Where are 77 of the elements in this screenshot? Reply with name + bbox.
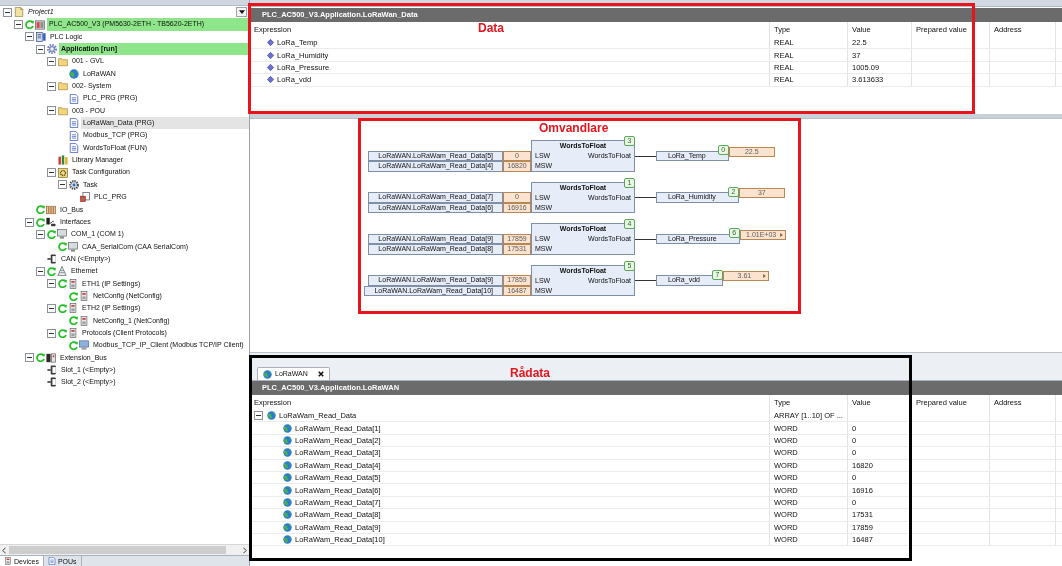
collapse-toggle[interactable] (36, 229, 45, 239)
globe-icon (267, 411, 276, 421)
collapse-toggle[interactable] (47, 106, 56, 116)
annotation-label: Omvandlare (539, 121, 609, 135)
dropdown-button[interactable] (236, 7, 247, 18)
close-icon[interactable] (317, 371, 324, 377)
collapse-toggle[interactable] (47, 57, 56, 67)
monitor-icon (68, 241, 78, 252)
globe-icon (283, 473, 292, 483)
document-icon (69, 142, 79, 153)
collapse-toggle[interactable] (47, 328, 56, 338)
plug-icon (46, 217, 56, 227)
caret-icon[interactable] (762, 274, 766, 278)
module-icon (68, 303, 78, 314)
folder-icon (58, 81, 68, 92)
collapse-toggle[interactable] (47, 168, 56, 178)
collapse-toggle[interactable] (47, 279, 56, 289)
globe-icon (283, 435, 292, 445)
connector-icon (47, 254, 57, 265)
network-icon (57, 266, 67, 277)
gear-icon (47, 44, 57, 55)
rack-icon (46, 204, 56, 215)
globe-icon (283, 448, 292, 458)
collapse-toggle[interactable] (58, 180, 67, 190)
collapse-toggle[interactable] (25, 353, 34, 363)
books-icon (58, 155, 68, 166)
globe-icon (69, 68, 79, 79)
annotation-label: Rådata (510, 366, 550, 380)
globe-icon (283, 497, 292, 507)
caret-icon[interactable] (779, 232, 783, 237)
collapse-toggle[interactable] (47, 303, 56, 313)
document-icon (69, 118, 79, 129)
document-icon (47, 557, 56, 565)
document-icon (69, 130, 79, 141)
collapse-toggle[interactable] (36, 266, 45, 276)
module-icon (46, 352, 56, 363)
folder-icon (58, 105, 68, 116)
collapse-toggle[interactable] (254, 411, 263, 421)
globe-icon (283, 423, 292, 433)
document-icon (80, 192, 90, 203)
module-icon (79, 315, 89, 326)
collapse-toggle[interactable] (36, 44, 45, 54)
monitor-icon (57, 229, 67, 240)
connection-line (635, 280, 656, 281)
connector-icon (47, 365, 57, 376)
globe-icon (283, 522, 292, 532)
connection-line (635, 238, 656, 240)
annotation-label: Data (478, 21, 504, 35)
folder-icon (58, 56, 68, 67)
collapse-toggle[interactable] (14, 20, 23, 29)
collapse-toggle[interactable] (25, 32, 34, 42)
caret-icon (238, 10, 245, 15)
scrollbar-thumb[interactable] (9, 546, 226, 554)
monitor-icon (79, 340, 89, 351)
module-icon (68, 328, 78, 339)
globe-icon (283, 510, 292, 520)
globe-icon (263, 369, 272, 379)
gear-icon (58, 167, 68, 178)
connection-line (635, 155, 656, 157)
horizontal-scrollbar[interactable] (0, 544, 249, 555)
document-icon (14, 7, 24, 18)
module-icon (68, 278, 78, 289)
collapse-toggle[interactable] (25, 217, 34, 227)
globe-icon (283, 535, 292, 545)
module-icon (79, 291, 89, 302)
collapse-toggle[interactable] (47, 81, 56, 91)
globe-icon (283, 460, 292, 470)
document-icon (69, 93, 79, 104)
chevron-left-icon[interactable] (2, 546, 6, 554)
globe-icon (283, 485, 292, 495)
module-icon (36, 31, 46, 42)
connection-line (635, 197, 656, 198)
gear-icon (69, 180, 79, 190)
chevron-right-icon[interactable] (243, 546, 247, 554)
module-icon (35, 19, 45, 30)
connector-icon (47, 377, 57, 388)
collapse-toggle[interactable] (3, 7, 12, 17)
